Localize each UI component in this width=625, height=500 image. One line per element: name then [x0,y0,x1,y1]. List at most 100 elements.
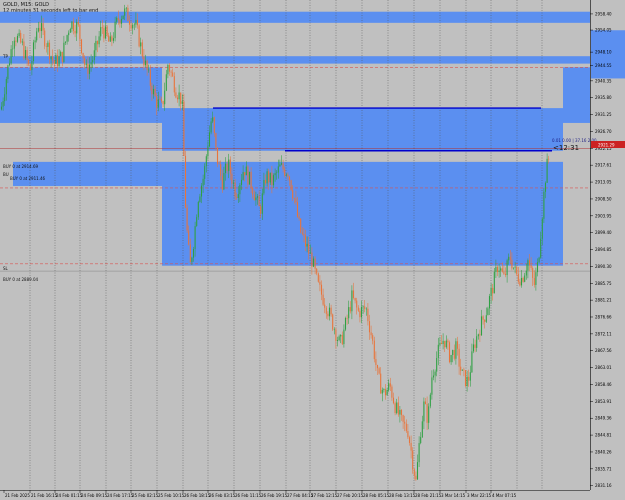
candle-body-29 [47,42,49,47]
candle-body-205 [328,307,331,317]
candle-body-72 [116,17,118,22]
price-tick-label-19: 2872.11 [595,331,612,336]
candle-body-196 [314,258,316,269]
candle-body-264 [423,401,425,422]
candle-body-314 [503,271,505,274]
candle-body-315 [504,273,507,276]
candle-body-110 [176,97,179,100]
candle-body-266 [426,403,428,423]
candle-body-316 [506,260,508,276]
candle-body-288 [461,369,463,371]
candle-body-38 [61,51,63,62]
candle-body-117 [188,230,190,245]
candle-body-170 [272,175,275,186]
candle-body-4 [7,65,9,80]
candle-body-213 [341,334,343,345]
time-tick-label-8: 26 Feb 03:15 [209,493,236,498]
candle-body-96 [154,88,156,97]
candle-body-145 [232,182,235,184]
candle-body-68 [109,36,111,42]
candle-body-49 [79,24,81,40]
candle-body-247 [396,402,398,413]
candle-body-308 [493,271,495,294]
candle-body-46 [74,30,76,34]
candle-body-20 [32,42,35,62]
candle-body-41 [66,35,68,42]
candle-body-335 [536,262,539,273]
candle-body-112 [180,92,182,104]
candle-body-90 [144,60,147,66]
candle-body-223 [357,307,359,311]
candle-body-123 [197,201,199,218]
candle-body-28 [45,46,47,47]
candle-body-275 [440,343,443,345]
candle-body-332 [532,268,534,278]
candle-body-225 [360,306,363,318]
candle-body-168 [269,172,271,183]
candle-body-180 [288,176,291,181]
time-tick-label-15: 28 Feb 13:15 [389,493,416,498]
candle-body-329 [527,260,529,271]
candle-body-126 [202,178,204,186]
candle-body-53 [85,63,87,65]
time-axis[interactable]: 21 Feb 2025 21 Feb 16:1524 Feb 01:1524 Fe… [0,490,590,498]
candle-body-207 [332,314,334,330]
candle-body-186 [298,216,300,219]
candle-body-274 [439,343,441,345]
candle-body-197 [316,268,318,274]
candle-body-77 [124,8,126,16]
candle-body-129 [207,146,209,157]
candle-body-222 [356,300,358,308]
candle-body-127 [204,166,206,179]
candle-body-214 [343,329,345,345]
candle-body-16 [26,50,28,60]
candle-body-226 [362,306,364,308]
candle-body-74 [119,20,121,24]
candle-body-141 [226,163,228,172]
candle-body-92 [148,69,150,71]
candle-body-66 [106,26,108,36]
candle-body-98 [157,99,159,108]
candle-body-238 [381,389,383,394]
candle-body-62 [100,27,102,37]
candle-body-258 [413,469,415,476]
candle-body-83 [133,24,135,26]
time-tick-label-14: 28 Feb 05:15 [363,493,390,498]
price-tick-label-28: 2831.16 [595,483,612,488]
candle-body-284 [455,341,457,359]
candle-body-82 [132,25,134,29]
candle-body-95 [152,88,155,95]
candle-body-277 [444,340,446,348]
price-tick-label-9: 2917.61 [595,163,612,168]
price-tick-label-12: 2903.95 [595,213,612,218]
candle-body-106 [170,71,172,73]
zone-left-block [0,67,162,123]
candle-body-140 [224,163,227,174]
candle-body-114 [183,101,185,156]
candle-body-73 [117,17,119,21]
candle-body-198 [317,273,319,282]
candle-body-302 [484,319,486,322]
candle-body-190 [304,235,307,247]
candle-body-52 [84,58,86,65]
candle-body-307 [492,287,494,294]
candle-body-61 [98,36,100,45]
candle-body-33 [53,60,55,64]
candle-body-47 [76,21,78,34]
candle-body-327 [524,275,526,282]
candle-body-109 [175,92,177,98]
candle-body-5 [8,63,11,66]
candle-body-80 [128,21,131,25]
candle-body-312 [500,268,502,271]
candle-body-209 [335,329,337,342]
price-tick-label-7: 2926.70 [595,129,612,134]
candle-body-59 [95,40,97,51]
candle-body-31 [50,56,52,60]
candle-body-216 [346,317,348,319]
candle-body-289 [463,369,465,371]
candle-body-0 [0,106,3,110]
candle-body-120 [192,248,195,258]
candle-body-138 [221,175,223,190]
candlestick-chart[interactable]: TP BUY 0 at 2914.69 BU BUY 0 at 2911.46 … [0,0,625,500]
candle-body-185 [296,201,299,217]
